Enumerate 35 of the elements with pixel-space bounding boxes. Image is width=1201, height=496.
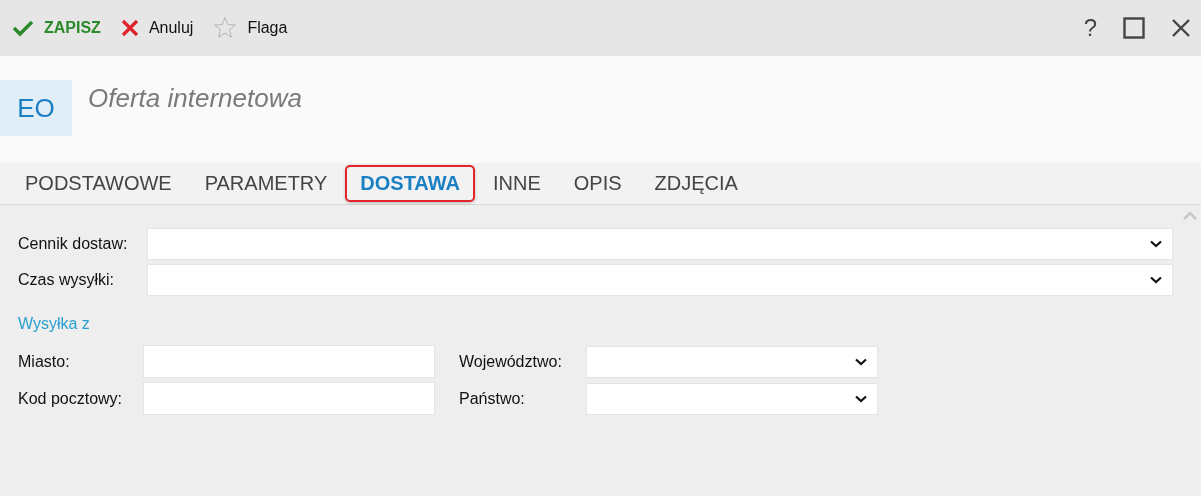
tab[interactable]: PARAMETRY [189,165,343,202]
field-label: Państwo: [459,389,526,408]
help-button[interactable]: ? [1083,14,1097,42]
chevron-down-icon [855,394,867,403]
tab[interactable]: OPIS [558,165,637,202]
save-button[interactable]: ZAPISZ [12,19,101,37]
tab[interactable]: DOSTAWA [345,165,475,202]
dropdown-field[interactable] [147,228,1173,260]
checkmark-icon [12,19,34,37]
cancel-button[interactable]: Anuluj [120,19,194,37]
close-icon [120,19,139,37]
field-label: Miasto: [18,352,71,371]
tab[interactable]: PODSTAWOWE [10,165,187,202]
record-title: Oferta internetowa [88,83,302,114]
dropdown-field[interactable] [586,382,878,415]
close-button[interactable] [1171,18,1191,38]
field-label: Cennik dostaw: [18,235,129,253]
field-label: Czas wysyłki: [18,271,115,289]
chevron-down-icon [1150,240,1162,248]
scroll-up-icon[interactable] [1183,211,1197,220]
input-field[interactable] [143,345,435,378]
flag-button[interactable]: Flaga [213,16,288,40]
dropdown-field[interactable] [147,264,1173,296]
field-label: Województwo: [459,352,563,371]
dropdown-field[interactable] [586,345,878,378]
section-title: Wysyłka z [18,315,91,333]
chevron-down-icon [855,357,867,366]
field-label: Kod pocztowy: [18,389,124,408]
chevron-down-icon [1150,276,1162,284]
avatar-badge: EO [0,80,72,136]
input-field[interactable] [143,382,435,415]
tab[interactable]: INNE [477,165,556,202]
tab[interactable]: ZDJĘCIA [639,165,753,202]
star-icon [213,16,238,40]
maximize-button[interactable] [1123,17,1145,39]
